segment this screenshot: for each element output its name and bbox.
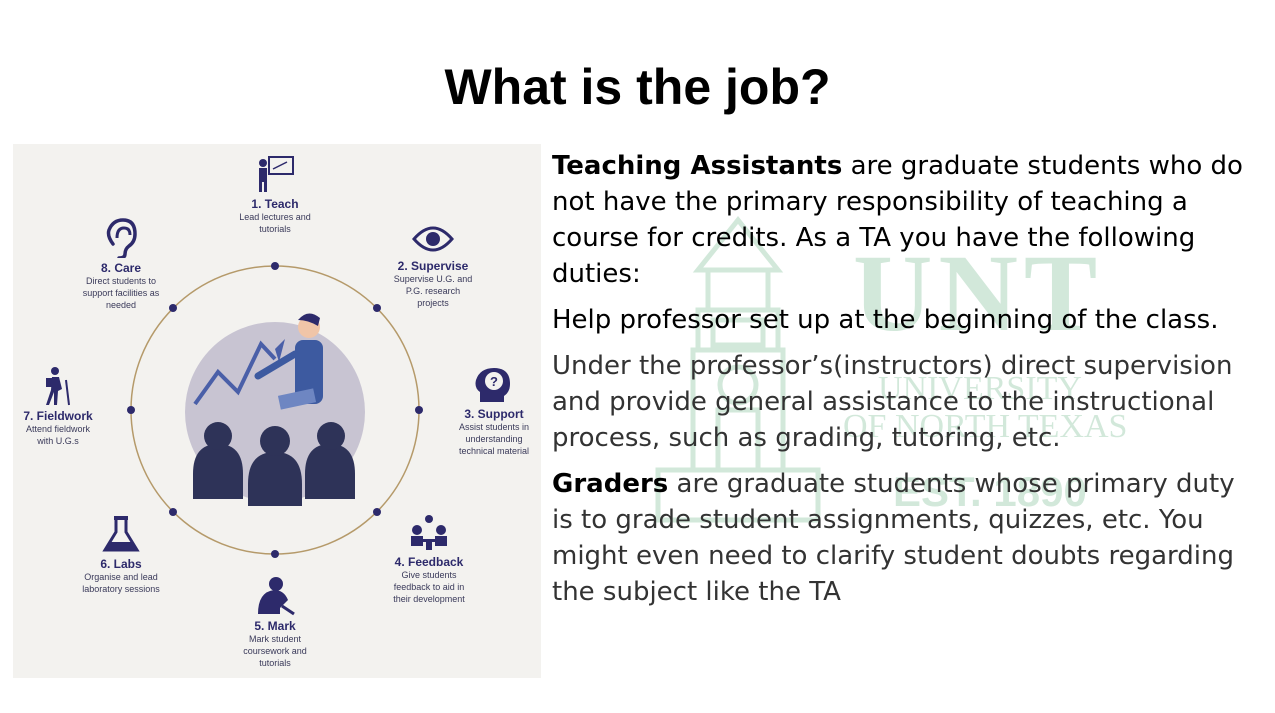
meeting-icon — [411, 515, 447, 550]
step-title: 4. Feedback — [394, 555, 464, 569]
step-title: 2. Supervise — [397, 259, 469, 273]
teaching-assistants-term: Teaching Assistants — [552, 151, 843, 181]
ear-icon — [106, 218, 137, 258]
flask-icon — [102, 516, 140, 552]
step-title: 6. Labs — [100, 557, 142, 571]
step-description: Direct students to support facilities as… — [82, 276, 160, 310]
step-mark: 5. Mark Mark student coursework and tuto… — [225, 576, 325, 669]
hiker-icon — [46, 367, 70, 406]
slide-title: What is the job? — [444, 59, 831, 115]
step-title: 7. Fieldwork — [23, 409, 93, 423]
step-title: 8. Care — [100, 261, 142, 275]
step-title: 5. Mark — [254, 619, 296, 633]
person-writing-icon — [258, 577, 295, 616]
graders-term: Graders — [552, 469, 669, 499]
step-description: Mark student coursework and tutorials — [243, 634, 307, 668]
step-supervise: 2. Supervise Supervise U.G. and P.G. res… — [378, 222, 488, 309]
ta-duties-infographic: 1. Teach Lead lectures and tutorials 2. … — [13, 144, 541, 678]
step-description: Supervise U.G. and P.G. research project… — [393, 274, 473, 308]
head-question-icon: ? — [475, 368, 510, 402]
step-description: Organise and lead laboratory sessions — [82, 572, 160, 594]
svg-text:?: ? — [490, 374, 498, 389]
slide-body-text: Teaching Assistants are graduate student… — [552, 148, 1257, 620]
setup-duty-paragraph: Help professor set up at the beginning o… — [552, 305, 1219, 335]
step-care: 8. Care Direct students to support facil… — [71, 218, 171, 311]
ta-definition-paragraph: Teaching Assistants are graduate student… — [552, 148, 1257, 292]
step-description: Attend fieldwork with U.G.s — [25, 424, 91, 446]
step-feedback: 4. Feedback Give students feedback to ai… — [377, 514, 481, 605]
step-description: Assist students in understanding technic… — [458, 422, 530, 456]
teacher-illustration — [185, 313, 365, 506]
step-support: ? 3. Support Assist students in understa… — [449, 366, 539, 457]
step-fieldwork: 7. Fieldwork Attend fieldwork with U.G.s — [13, 366, 103, 447]
step-teach: 1. Teach Lead lectures and tutorials — [215, 154, 335, 235]
step-title: 3. Support — [464, 407, 524, 421]
step-description: Lead lectures and tutorials — [239, 212, 311, 234]
graders-paragraph: Graders are graduate students whose prim… — [552, 466, 1257, 610]
teacher-board-icon — [259, 156, 294, 192]
eye-icon — [412, 226, 454, 252]
supervision-duty-paragraph: Under the professor’s(instructors) direc… — [552, 351, 1233, 453]
step-labs: 6. Labs Organise and lead laboratory ses… — [71, 514, 171, 595]
step-description: Give students feedback to aid in their d… — [393, 570, 465, 604]
step-title: 1. Teach — [251, 197, 299, 211]
